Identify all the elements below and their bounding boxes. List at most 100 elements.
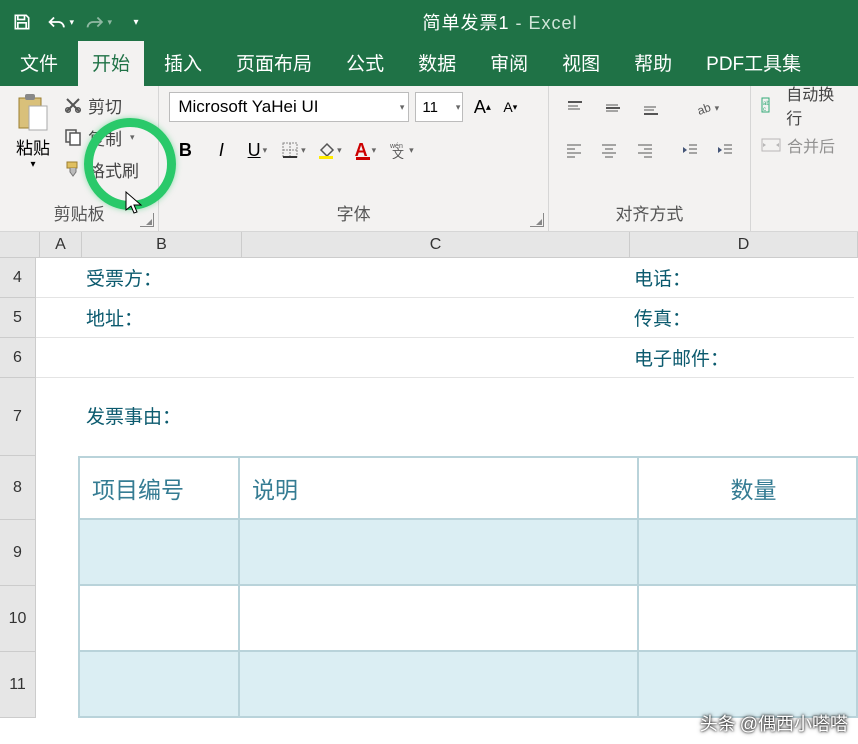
copy-button[interactable]: 复制 ▾ <box>64 124 139 150</box>
chevron-down-icon: ▾ <box>456 102 461 113</box>
align-center-icon <box>600 141 618 159</box>
align-middle-button[interactable] <box>597 92 629 124</box>
merge-icon <box>761 136 781 154</box>
chevron-down-icon: ▾ <box>400 102 405 113</box>
cut-label: 剪切 <box>88 93 122 118</box>
italic-button[interactable]: I <box>205 134 237 166</box>
th-description[interactable]: 说明 <box>238 456 637 520</box>
row-header-5[interactable]: 5 <box>0 298 35 338</box>
tab-insert[interactable]: 插入 <box>150 41 216 86</box>
font-size-value: 11 <box>422 99 438 116</box>
redo-button[interactable]: ▾ <box>84 8 112 36</box>
wrap-text-label: 自动换行 <box>786 81 848 129</box>
font-size-select[interactable]: 11 ▾ <box>415 92 463 122</box>
row-7[interactable]: 发票事由： <box>36 378 858 456</box>
align-right-button[interactable] <box>630 134 659 166</box>
tab-view[interactable]: 视图 <box>548 41 614 86</box>
table-row[interactable] <box>78 586 858 652</box>
window-title: 简单发票1 - Excel <box>150 9 850 35</box>
row-6[interactable]: 电子邮件： <box>36 338 858 378</box>
cell-fax-label: 传真： <box>626 298 854 338</box>
save-button[interactable] <box>8 8 36 36</box>
align-bottom-button[interactable] <box>635 92 667 124</box>
tab-file[interactable]: 文件 <box>6 41 72 86</box>
alignment-group-label: 对齐方式 <box>559 200 740 229</box>
decrease-font-button[interactable]: A▾ <box>497 92 523 122</box>
format-painter-label: 格式刷 <box>88 157 139 182</box>
th-item-no[interactable]: 项目编号 <box>78 456 238 520</box>
increase-font-button[interactable]: A▴ <box>469 92 495 122</box>
borders-button[interactable]: ▾ <box>277 134 309 166</box>
table-row[interactable] <box>78 652 858 718</box>
underline-button[interactable]: U▾ <box>241 134 273 166</box>
ruby-icon: wén文 <box>389 141 407 159</box>
orientation-button[interactable]: ab▾ <box>691 92 723 124</box>
watermark: 头条 @偶西小嗒嗒 <box>700 710 848 736</box>
wrap-icon: abc <box>761 96 780 114</box>
merge-center-button[interactable]: 合并后 <box>761 132 848 158</box>
align-center-button[interactable] <box>594 134 623 166</box>
align-top-button[interactable] <box>559 92 591 124</box>
ribbon-tabs: 文件 开始 插入 页面布局 公式 数据 审阅 视图 帮助 PDF工具集 <box>0 44 858 86</box>
row-header-8[interactable]: 8 <box>0 456 35 520</box>
format-painter-button[interactable]: 格式刷 <box>64 156 139 182</box>
col-header-a[interactable]: A <box>40 232 82 257</box>
scissors-icon <box>64 96 82 114</box>
paste-label: 粘贴 <box>16 134 50 159</box>
row-header-6[interactable]: 6 <box>0 338 35 378</box>
col-header-d[interactable]: D <box>630 232 858 257</box>
col-header-c[interactable]: C <box>242 232 630 257</box>
select-all-corner[interactable] <box>0 232 40 257</box>
col-header-b[interactable]: B <box>82 232 242 257</box>
font-launcher[interactable] <box>530 213 544 227</box>
tab-help[interactable]: 帮助 <box>620 41 686 86</box>
undo-button[interactable]: ▾ <box>46 8 74 36</box>
align-left-icon <box>565 141 583 159</box>
merge-center-label: 合并后 <box>787 133 835 157</box>
cell-phone-label: 电话： <box>626 258 854 298</box>
tab-pdf[interactable]: PDF工具集 <box>692 41 815 86</box>
tab-home[interactable]: 开始 <box>78 41 144 86</box>
tab-page-layout[interactable]: 页面布局 <box>222 41 326 86</box>
copy-label: 复制 <box>88 125 122 150</box>
row-4[interactable]: 受票方： 电话： <box>36 258 858 298</box>
chevron-down-icon: ▾ <box>30 159 35 170</box>
clipboard-group-label: 剪贴板 <box>10 200 148 229</box>
spreadsheet-grid: 4 5 6 7 8 9 10 11 受票方： 电话： 地址： 传真： 电子邮件： <box>0 258 858 718</box>
cut-button[interactable]: 剪切 <box>64 92 139 118</box>
clipboard-launcher[interactable] <box>140 213 154 227</box>
tab-review[interactable]: 审阅 <box>476 41 542 86</box>
wrap-text-button[interactable]: abc 自动换行 <box>761 92 848 118</box>
font-name-select[interactable]: Microsoft YaHei UI ▾ <box>169 92 409 122</box>
cell-recipient-label: 受票方： <box>78 258 238 298</box>
increase-indent-button[interactable] <box>711 134 740 166</box>
svg-text:ab: ab <box>695 100 713 117</box>
font-group-label: 字体 <box>169 200 538 229</box>
tab-formulas[interactable]: 公式 <box>332 41 398 86</box>
ruby-button[interactable]: wén文▾ <box>385 134 417 166</box>
font-group: Microsoft YaHei UI ▾ 11 ▾ A▴ A▾ B I U▾ ▾ <box>159 86 549 231</box>
tab-data[interactable]: 数据 <box>404 41 470 86</box>
row-header-11[interactable]: 11 <box>0 652 35 718</box>
brush-icon <box>64 160 82 178</box>
bold-button[interactable]: B <box>169 134 201 166</box>
row-header-9[interactable]: 9 <box>0 520 35 586</box>
doc-name: 简单发票1 <box>422 13 509 33</box>
paste-button[interactable]: 粘贴 ▾ <box>10 92 56 170</box>
row-header-4[interactable]: 4 <box>0 258 35 298</box>
invoice-table-header: 项目编号 说明 数量 <box>78 456 858 520</box>
svg-text:文: 文 <box>392 146 404 159</box>
qat-customize[interactable]: ▾ <box>122 8 150 36</box>
font-color-button[interactable]: A▾ <box>349 134 381 166</box>
row-header-7[interactable]: 7 <box>0 378 35 456</box>
app-name: Excel <box>529 13 578 33</box>
quick-access-toolbar: ▾ ▾ ▾ <box>8 8 150 36</box>
orientation-icon: ab <box>695 99 713 117</box>
fill-color-button[interactable]: ▾ <box>313 134 345 166</box>
row-5[interactable]: 地址： 传真： <box>36 298 858 338</box>
th-quantity[interactable]: 数量 <box>637 456 858 520</box>
table-row[interactable] <box>78 520 858 586</box>
decrease-indent-button[interactable] <box>675 134 704 166</box>
row-header-10[interactable]: 10 <box>0 586 35 652</box>
align-left-button[interactable] <box>559 134 588 166</box>
